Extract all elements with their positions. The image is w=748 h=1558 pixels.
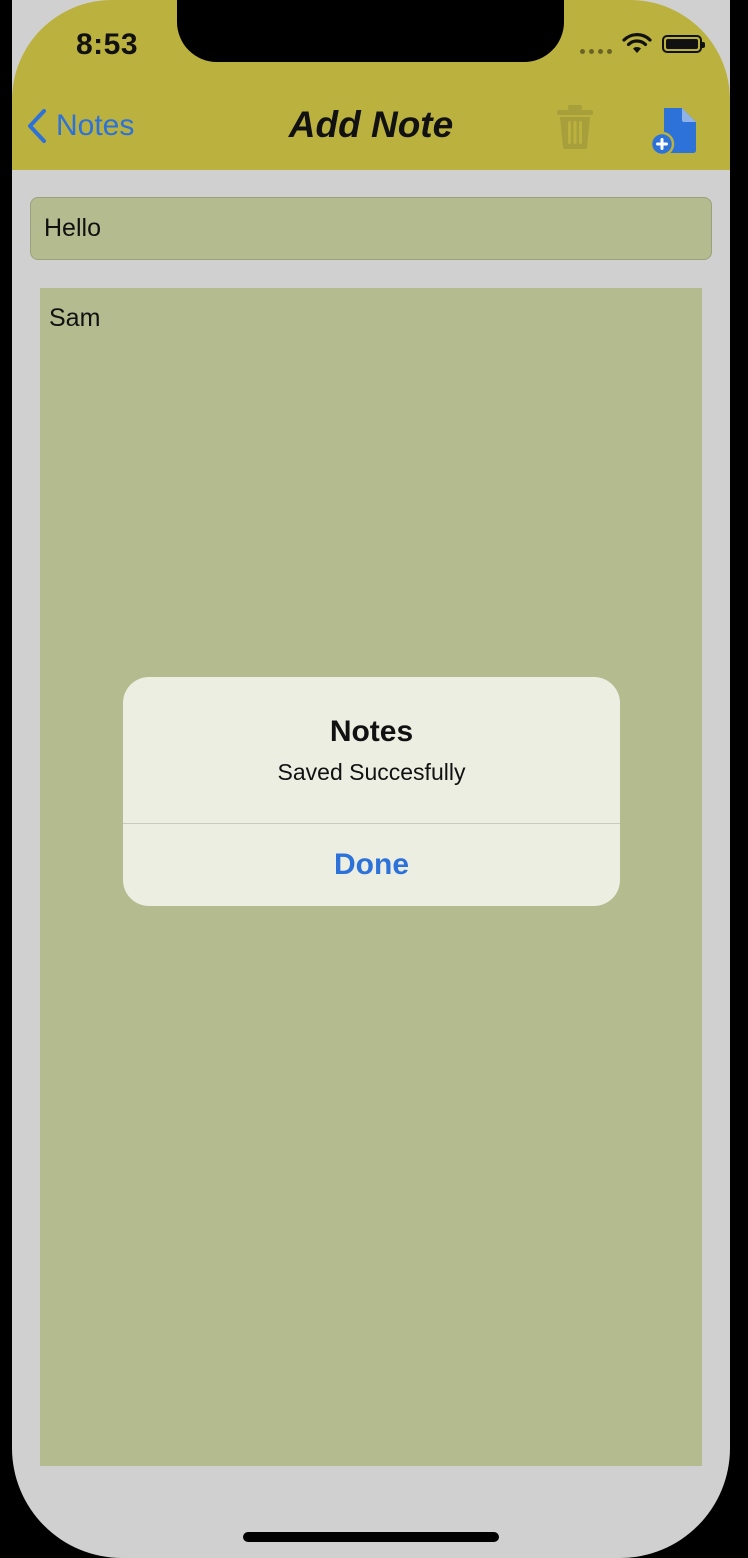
device-frame: 8:53 Notes Add Note Hello Sam Notes Save… xyxy=(0,0,748,1558)
note-body-text: Sam xyxy=(49,304,101,332)
add-document-button[interactable] xyxy=(649,106,698,161)
new-document-icon xyxy=(649,108,696,157)
done-button[interactable]: Done xyxy=(123,824,620,906)
alert-title: Notes xyxy=(329,715,414,748)
alert-dialog: Notes Saved Succesfully Done xyxy=(123,677,620,906)
note-title-input[interactable]: Hello xyxy=(30,197,712,260)
trash-icon xyxy=(557,105,593,149)
alert-message: Saved Succesfully xyxy=(277,759,466,785)
delete-button[interactable] xyxy=(556,104,594,155)
page-title: Add Note xyxy=(288,104,454,145)
cellular-icon xyxy=(580,34,612,54)
status-time: 8:53 xyxy=(76,28,139,61)
app-screen: 8:53 Notes Add Note Hello Sam Notes Save… xyxy=(12,0,730,1558)
wifi-icon xyxy=(622,33,652,53)
home-indicator[interactable] xyxy=(243,1532,499,1542)
battery-icon xyxy=(662,35,705,53)
device-notch xyxy=(177,0,564,62)
status-icons xyxy=(580,33,705,55)
